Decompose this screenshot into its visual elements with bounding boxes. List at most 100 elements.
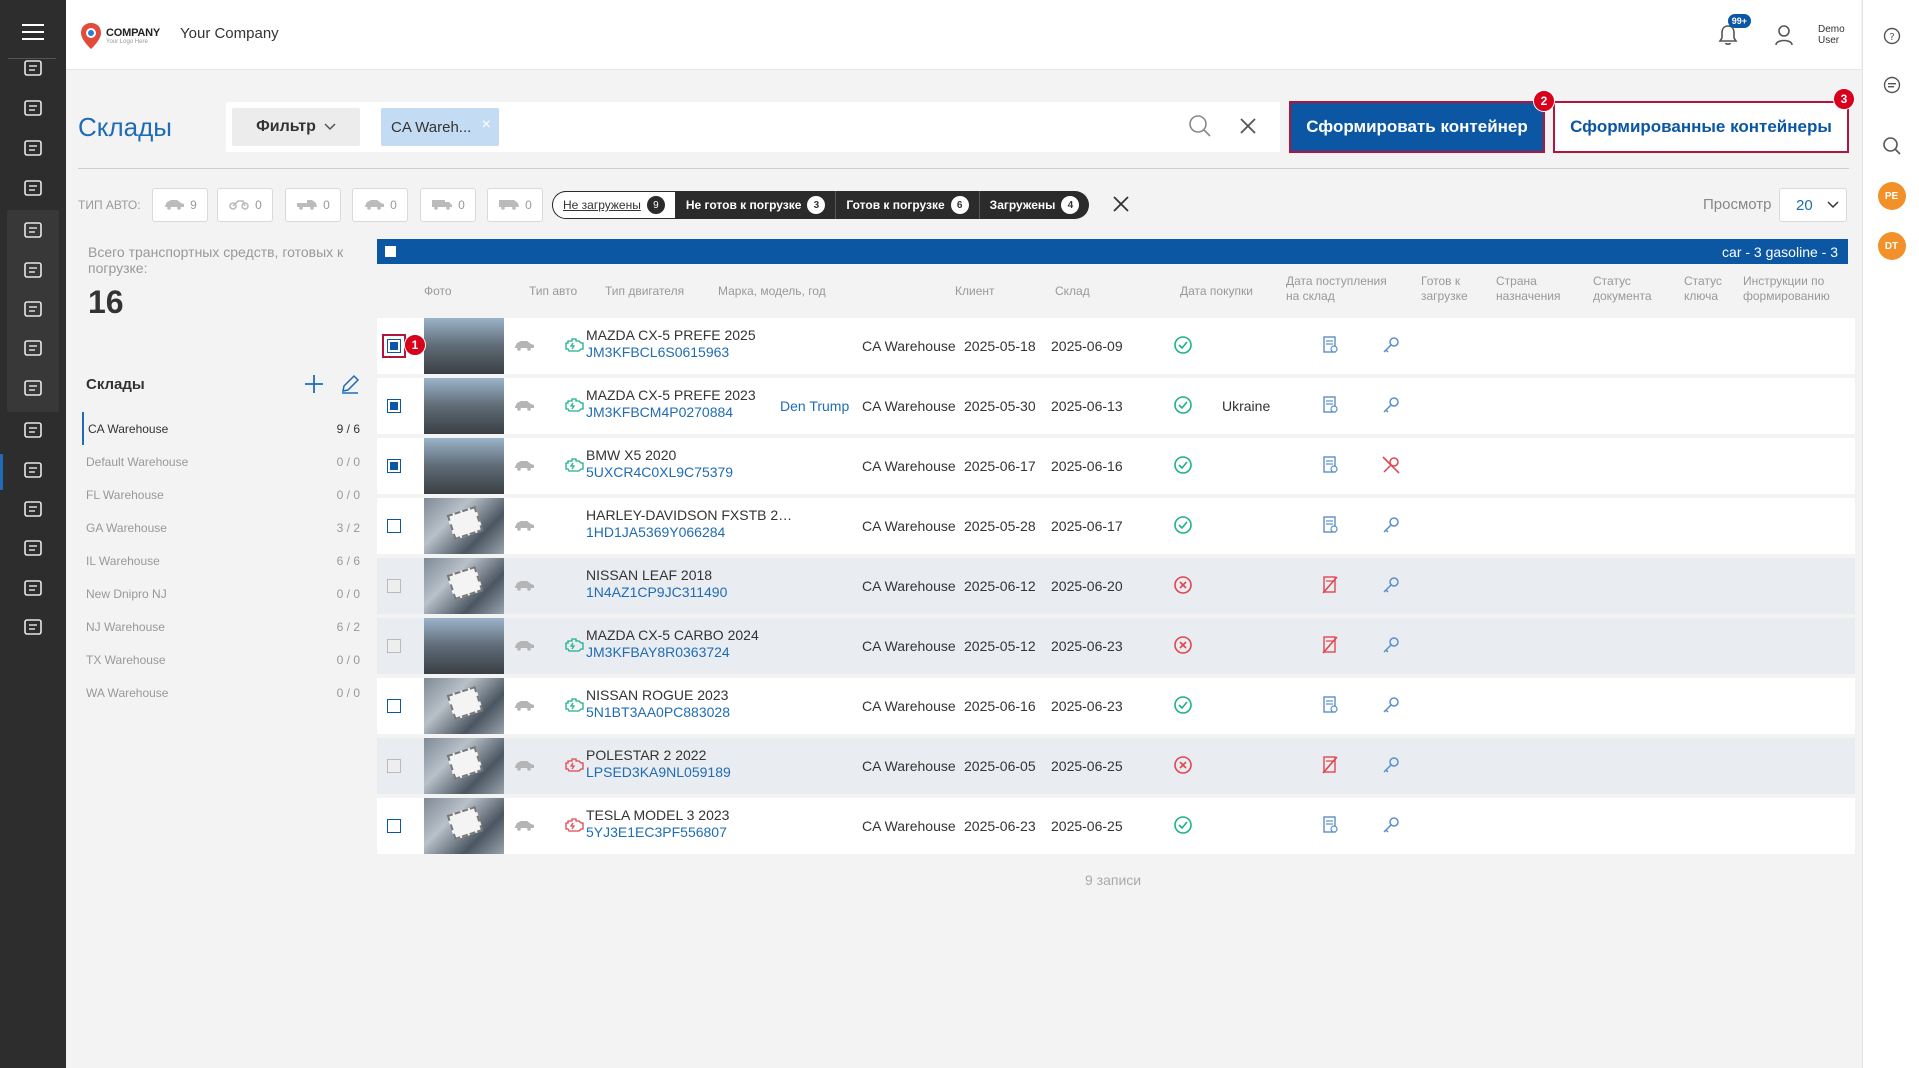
document-status[interactable] <box>1321 618 1339 674</box>
vehicle-type-sedan[interactable]: 9 <box>152 188 208 222</box>
warehouse-item[interactable]: NJ Warehouse 6 / 2 <box>82 610 364 643</box>
row-checkbox[interactable] <box>387 399 401 413</box>
key-status[interactable] <box>1382 318 1400 374</box>
vehicle-type-motorcycle[interactable]: 0 <box>217 188 273 222</box>
table-row[interactable]: HARLEY-DAVIDSON FXSTB 20... 1HD1JA5369Y06… <box>377 498 1855 554</box>
warehouse-item[interactable]: Default Warehouse 0 / 0 <box>82 445 364 478</box>
chat-icon[interactable] <box>1863 65 1919 105</box>
key-status[interactable] <box>1382 498 1400 554</box>
sidebar-gear[interactable] <box>7 607 59 651</box>
vehicle-photo[interactable] <box>424 738 504 794</box>
vehicle-photo[interactable] <box>424 798 504 854</box>
vehicle-type-suv[interactable]: 0 <box>352 188 408 222</box>
user-icon[interactable] <box>1769 20 1799 50</box>
filter-chip[interactable]: CA Wareh... × <box>381 108 499 146</box>
document-status[interactable] <box>1321 678 1339 734</box>
sidebar-user-add[interactable] <box>7 289 59 333</box>
vehicle-vin-link[interactable]: JM3KFBCL6S0615963 <box>586 344 796 361</box>
key-status[interactable] <box>1382 438 1400 494</box>
sidebar-documents[interactable] <box>7 250 59 294</box>
vehicle-vin-link[interactable]: 5N1BT3AA0PC883028 <box>586 704 796 721</box>
company-logo[interactable]: COMPANY Your Logo Here <box>80 20 176 52</box>
sidebar-client-search[interactable] <box>7 128 59 172</box>
vehicle-photo[interactable] <box>424 618 504 674</box>
warehouse-item[interactable]: IL Warehouse 6 / 6 <box>82 544 364 577</box>
vehicle-type-pickup[interactable]: 0 <box>285 188 341 222</box>
vehicle-vin-link[interactable]: 5YJ3E1EC3PF556807 <box>586 824 796 841</box>
warehouse-item[interactable]: New Dnipro NJ 0 / 0 <box>82 577 364 610</box>
document-status[interactable] <box>1321 378 1339 434</box>
warehouse-item[interactable]: CA Warehouse 9 / 6 <box>82 412 364 445</box>
clear-search-icon[interactable] <box>1238 116 1258 141</box>
table-row[interactable]: NISSAN ROGUE 2023 5N1BT3AA0PC883028 CA War… <box>377 678 1855 734</box>
search-icon[interactable] <box>1863 126 1919 166</box>
avatar-pe[interactable]: PE <box>1877 182 1906 210</box>
vehicle-vin-link[interactable]: LPSED3KA9NL059189 <box>586 764 796 781</box>
vehicle-photo[interactable] <box>424 558 504 614</box>
row-checkbox[interactable] <box>382 334 406 358</box>
vehicle-photo[interactable] <box>424 498 504 554</box>
sidebar-settings-user[interactable] <box>7 368 59 412</box>
key-status[interactable] <box>1382 738 1400 794</box>
vehicle-photo[interactable] <box>424 378 504 434</box>
form-container-button[interactable]: Сформировать контейнер <box>1289 101 1545 153</box>
vehicle-type-van[interactable]: 0 <box>487 188 543 222</box>
sidebar-building[interactable] <box>7 168 59 212</box>
table-row[interactable]: MAZDA CX-5 PREFE 2025 JM3KFBCL6S0615963 CA… <box>377 318 1855 374</box>
vehicle-vin-link[interactable]: JM3KFBCM4P0270884 <box>586 404 796 421</box>
client-link[interactable]: Den Trump <box>780 378 849 434</box>
page-size-select[interactable]: 20 <box>1779 188 1847 222</box>
status-not-loaded[interactable]: Не загружены 9 <box>552 191 676 219</box>
table-row[interactable]: MAZDA CX-5 PREFE 2023 JM3KFBCM4P0270884 De… <box>377 378 1855 434</box>
row-checkbox[interactable] <box>387 519 401 533</box>
sidebar-invoice[interactable] <box>7 410 59 454</box>
warehouse-item[interactable]: WA Warehouse 0 / 0 <box>82 676 364 709</box>
filter-dropdown[interactable]: Фильтр <box>232 108 360 146</box>
user-name[interactable]: Demo User <box>1818 24 1858 46</box>
warehouse-item[interactable]: GA Warehouse 3 / 2 <box>82 511 364 544</box>
sidebar-loading[interactable] <box>7 489 59 533</box>
add-warehouse-icon[interactable] <box>303 373 325 400</box>
table-row[interactable]: NISSAN LEAF 2018 1N4AZ1CP9JC311490 CA Ware… <box>377 558 1855 614</box>
vehicle-photo[interactable] <box>424 318 504 374</box>
warehouse-item[interactable]: FL Warehouse 0 / 0 <box>82 478 364 511</box>
select-all-checkbox[interactable] <box>385 246 396 257</box>
key-status[interactable] <box>1382 678 1400 734</box>
sidebar-finance[interactable] <box>7 210 59 254</box>
hamburger-menu-icon[interactable] <box>0 12 66 52</box>
document-status[interactable] <box>1321 438 1339 494</box>
help-icon[interactable]: ? <box>1863 16 1919 56</box>
key-status[interactable] <box>1382 798 1400 854</box>
vehicle-type-truck[interactable]: 0 <box>420 188 476 222</box>
row-checkbox[interactable] <box>387 459 401 473</box>
sidebar-dashboard[interactable] <box>7 48 59 92</box>
vehicle-vin-link[interactable]: 1HD1JA5369Y066284 <box>586 524 796 541</box>
sidebar-calculator[interactable] <box>7 568 59 612</box>
sidebar-port[interactable] <box>7 528 59 572</box>
row-checkbox[interactable] <box>387 699 401 713</box>
sidebar-users[interactable] <box>7 328 59 372</box>
table-row[interactable]: TESLA MODEL 3 2023 5YJ3E1EC3PF556807 CA Wa… <box>377 798 1855 854</box>
vehicle-photo[interactable] <box>424 438 504 494</box>
document-status[interactable] <box>1321 738 1339 794</box>
table-row[interactable]: MAZDA CX-5 CARBO 2024 JM3KFBAY8R0363724 CA… <box>377 618 1855 674</box>
vehicle-photo[interactable] <box>424 678 504 734</box>
table-row[interactable]: POLESTAR 2 2022 LPSED3KA9NL059189 CA Wareh… <box>377 738 1855 794</box>
search-icon[interactable] <box>1188 114 1212 143</box>
vehicle-vin-link[interactable]: JM3KFBAY8R0363724 <box>586 644 796 661</box>
warehouse-item[interactable]: TX Warehouse 0 / 0 <box>82 643 364 676</box>
status-ready[interactable]: Готов к погрузке 6 <box>836 191 980 219</box>
clear-status-icon[interactable] <box>1111 194 1131 219</box>
sidebar-tasks[interactable] <box>7 88 59 132</box>
avatar-dt[interactable]: DT <box>1877 232 1906 260</box>
formed-containers-button[interactable]: Сформированные контейнеры <box>1553 101 1849 153</box>
document-status[interactable] <box>1321 798 1339 854</box>
vehicle-vin-link[interactable]: 5UXCR4C0XL9C75379 <box>586 464 796 481</box>
document-status[interactable] <box>1321 558 1339 614</box>
vehicle-vin-link[interactable]: 1N4AZ1CP9JC311490 <box>586 584 796 601</box>
key-status[interactable] <box>1382 378 1400 434</box>
document-status[interactable] <box>1321 318 1339 374</box>
chip-remove-icon[interactable]: × <box>482 116 491 134</box>
key-status[interactable] <box>1382 558 1400 614</box>
key-status[interactable] <box>1382 618 1400 674</box>
